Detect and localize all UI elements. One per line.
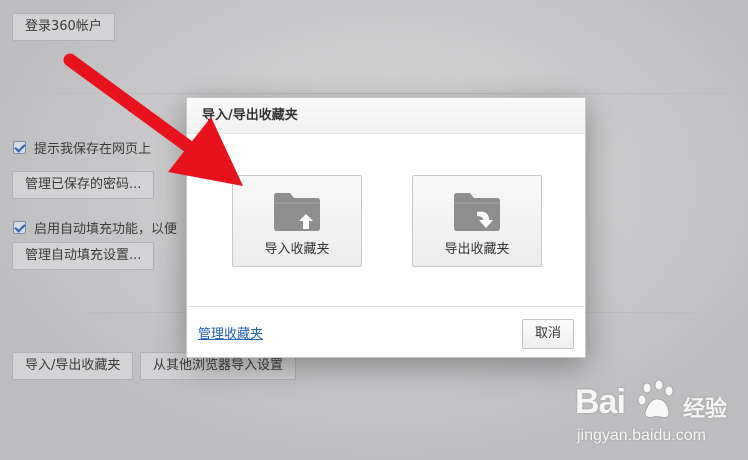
import-bookmarks-button[interactable]: 导入收藏夹 [232, 175, 362, 267]
autofill-label: 启用自动填充功能，以便 [34, 222, 178, 237]
folder-export-icon [454, 193, 500, 231]
footer-divider [187, 306, 585, 307]
manage-saved-passwords-button[interactable]: 管理已保存的密码... [12, 171, 155, 199]
dialog-title: 导入/导出收藏夹 [187, 98, 585, 134]
paw-logo-icon [637, 379, 674, 418]
manage-bookmarks-link[interactable]: 管理收藏夹 [198, 323, 263, 342]
import-export-bookmarks-button[interactable]: 导入/导出收藏夹 [12, 352, 134, 380]
watermark-url: jingyan.baidu.com [577, 427, 706, 444]
import-export-dialog: 导入/导出收藏夹 导入收藏夹 导出收藏夹 管理收藏夹 取消 [186, 97, 586, 358]
baidu-jingyan-watermark: Bai 经验 jingyan.baidu.com [575, 375, 745, 455]
folder-import-icon [274, 193, 320, 231]
save-password-checkbox[interactable] [13, 141, 26, 154]
import-bookmarks-label: 导入收藏夹 [264, 242, 330, 257]
export-bookmarks-label: 导出收藏夹 [444, 242, 510, 257]
autofill-checkbox[interactable] [13, 221, 26, 234]
export-bookmarks-button[interactable]: 导出收藏夹 [412, 175, 542, 267]
autofill-option[interactable]: 启用自动填充功能，以便 [13, 218, 177, 237]
watermark-brand: Bai [575, 383, 626, 421]
section-divider [0, 93, 748, 94]
login-360-account-button[interactable]: 登录360帐户 [12, 13, 115, 41]
save-password-option[interactable]: 提示我保存在网页上 [13, 138, 151, 157]
save-password-label: 提示我保存在网页上 [34, 142, 152, 157]
manage-autofill-settings-button[interactable]: 管理自动填充设置... [12, 242, 155, 270]
watermark-brand-suffix: 经验 [683, 397, 728, 422]
cancel-button[interactable]: 取消 [522, 319, 574, 349]
